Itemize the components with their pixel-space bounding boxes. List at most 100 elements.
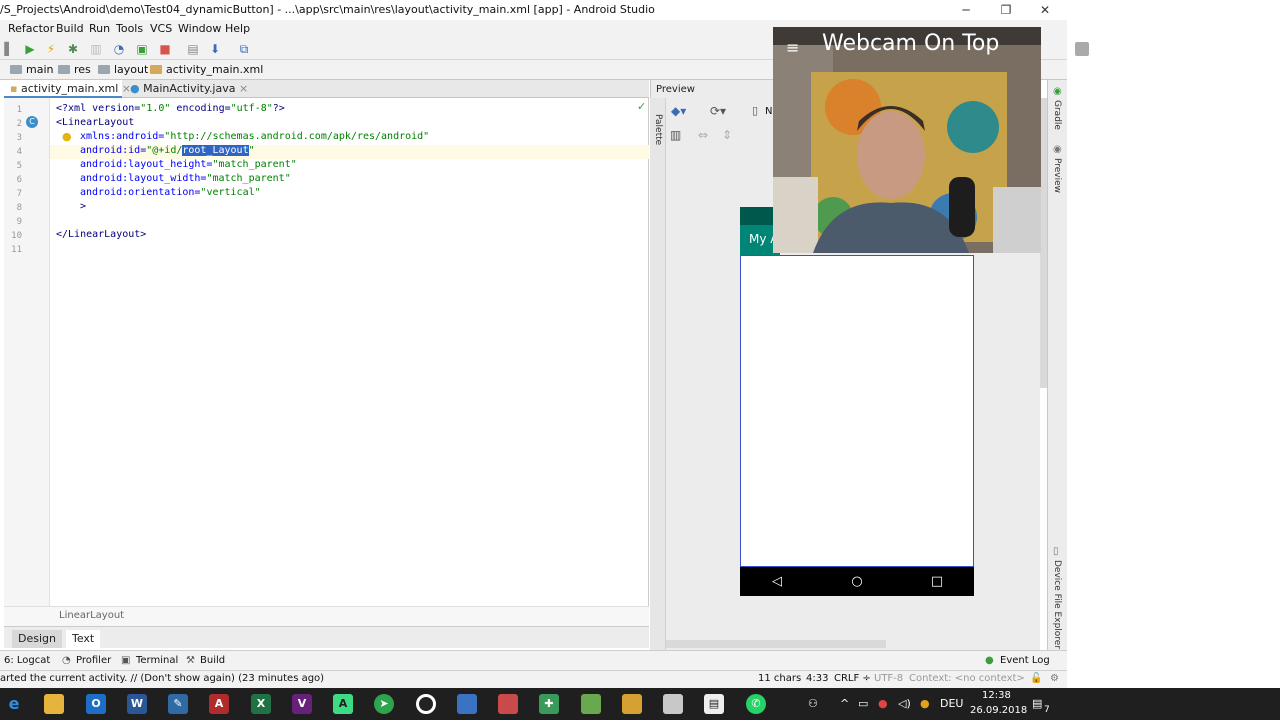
record-icon[interactable]: [416, 694, 436, 714]
outlook-icon[interactable]: O: [86, 694, 106, 714]
breadcrumb-res[interactable]: res: [58, 63, 91, 76]
word-icon[interactable]: W: [127, 694, 147, 714]
stop-icon[interactable]: ■: [158, 42, 172, 56]
device-selector-label[interactable]: N: [765, 106, 772, 117]
context-indicator[interactable]: Context: <no context>: [909, 673, 1025, 684]
home-nav-icon[interactable]: ○: [837, 567, 877, 596]
height-resize-icon[interactable]: ⇕: [722, 128, 732, 142]
coverage-icon[interactable]: ▥: [89, 42, 103, 56]
recents-nav-icon[interactable]: □: [917, 567, 957, 596]
tab-mainactivity-java[interactable]: ● MainActivity.java ×: [124, 80, 248, 98]
menu-window[interactable]: Window: [178, 22, 221, 35]
device-icon[interactable]: ▯: [752, 104, 758, 117]
recording-tray-icon[interactable]: ●: [878, 697, 888, 710]
sdk-manager-icon[interactable]: ⬇: [208, 42, 222, 56]
selected-text[interactable]: root_Layout: [182, 145, 249, 156]
file-icon: [150, 65, 162, 74]
sync-icon[interactable]: ▤: [186, 42, 200, 56]
pen-app-icon[interactable]: ✎: [168, 694, 188, 714]
tab-activity-main[interactable]: ▪ activity_main.xml ×: [4, 80, 131, 98]
show-hidden-icon[interactable]: ^: [840, 697, 849, 710]
menu-tools[interactable]: Tools: [116, 22, 143, 35]
close-button[interactable]: ✕: [1022, 0, 1068, 20]
notification-icon[interactable]: ▤: [1032, 697, 1042, 710]
breadcrumb-file[interactable]: activity_main.xml: [150, 63, 263, 76]
layers-icon[interactable]: ◆▾: [671, 104, 686, 118]
clock-date[interactable]: 26.09.2018: [970, 705, 1027, 716]
terminal-icon: ▣: [121, 655, 131, 666]
back-nav-icon[interactable]: ◁: [757, 567, 797, 596]
webcam-menu-icon[interactable]: ≡: [786, 38, 799, 57]
tray-app-icon[interactable]: ●: [920, 697, 930, 710]
android-studio-icon[interactable]: A: [333, 694, 353, 714]
network-icon[interactable]: ▭: [858, 697, 868, 710]
menu-vcs[interactable]: VCS: [150, 22, 172, 35]
volume-icon[interactable]: ◁): [898, 697, 911, 710]
class-gutter-icon[interactable]: C: [26, 116, 38, 128]
line-number: 3: [16, 133, 22, 143]
profiler-tab[interactable]: Profiler: [76, 655, 111, 666]
build-tab[interactable]: Build: [200, 655, 225, 666]
breadcrumb-layout[interactable]: layout: [98, 63, 148, 76]
menu-build[interactable]: Build: [56, 22, 84, 35]
menu-refactor[interactable]: Refactor: [8, 22, 54, 35]
caret-position[interactable]: 4:33: [806, 673, 828, 684]
debug-icon[interactable]: ✱: [66, 42, 80, 56]
notification-count: 7: [1044, 705, 1050, 715]
avd-manager-icon[interactable]: ⧉: [237, 42, 251, 56]
event-log-tab[interactable]: Event Log: [1000, 655, 1050, 666]
app-icon[interactable]: [457, 694, 477, 714]
tab-close-icon[interactable]: ×: [239, 82, 248, 95]
profile-icon[interactable]: ◔: [112, 42, 126, 56]
file-encoding[interactable]: UTF-8: [874, 673, 903, 684]
class-icon: ●: [130, 82, 140, 95]
menu-help[interactable]: Help: [225, 22, 250, 35]
inspector-icon[interactable]: ⚙: [1050, 673, 1059, 684]
tag-path[interactable]: LinearLayout: [59, 610, 124, 621]
phone-screen[interactable]: [740, 255, 974, 567]
attach-debugger-icon[interactable]: ▣: [135, 42, 149, 56]
app-icon[interactable]: [663, 694, 683, 714]
excel-icon[interactable]: X: [251, 694, 271, 714]
blueprint-toggle-icon[interactable]: ▥: [670, 128, 681, 142]
tab-design[interactable]: Design: [12, 630, 62, 648]
line-number: 2: [16, 119, 22, 129]
whatsapp-icon[interactable]: ✆: [746, 694, 766, 714]
breadcrumb-label: activity_main.xml: [166, 63, 264, 76]
clock-time[interactable]: 12:38: [982, 690, 1011, 701]
apply-changes-icon[interactable]: ⚡: [44, 42, 58, 56]
menu-run[interactable]: Run: [89, 22, 110, 35]
language-indicator[interactable]: DEU: [940, 697, 963, 710]
device-file-explorer-tab[interactable]: Device File Explorer: [1052, 560, 1062, 649]
messenger-icon[interactable]: ➤: [374, 694, 394, 714]
app-icon[interactable]: ✚: [539, 694, 559, 714]
terminal-tab[interactable]: Terminal: [136, 655, 178, 666]
lock-icon[interactable]: 🔓: [1030, 673, 1042, 684]
app-icon[interactable]: [622, 694, 642, 714]
clapper-icon[interactable]: ▤: [704, 694, 724, 714]
vertical-scrollbar[interactable]: [1040, 98, 1047, 388]
file-explorer-icon[interactable]: [44, 694, 64, 714]
status-message[interactable]: arted the current activity. // (Don't sh…: [0, 673, 324, 684]
folder-icon: [98, 65, 110, 74]
breadcrumb-main[interactable]: main: [10, 63, 53, 76]
app-icon[interactable]: [581, 694, 601, 714]
horizontal-scrollbar[interactable]: [666, 640, 886, 648]
gradle-tab[interactable]: Gradle: [1052, 100, 1062, 130]
orientation-icon[interactable]: ⟳▾: [710, 104, 726, 118]
user-icon[interactable]: [1075, 42, 1089, 56]
run-icon[interactable]: ▶: [23, 42, 37, 56]
people-icon[interactable]: ⚇: [808, 697, 818, 710]
tab-text[interactable]: Text: [66, 630, 101, 648]
lightbulb-icon[interactable]: ●: [62, 130, 72, 143]
access-icon[interactable]: A: [209, 694, 229, 714]
edge-icon[interactable]: e: [4, 694, 24, 714]
profiler-icon: ◔: [62, 655, 71, 666]
preview-tab[interactable]: Preview: [1052, 158, 1062, 193]
palette-tab[interactable]: Palette: [653, 114, 663, 145]
line-separator[interactable]: CRLF ÷: [834, 673, 871, 684]
visual-studio-icon[interactable]: V: [292, 694, 312, 714]
app-icon[interactable]: [498, 694, 518, 714]
width-resize-icon[interactable]: ⇔: [698, 128, 708, 142]
logcat-tab[interactable]: 6: Logcat: [4, 655, 50, 666]
